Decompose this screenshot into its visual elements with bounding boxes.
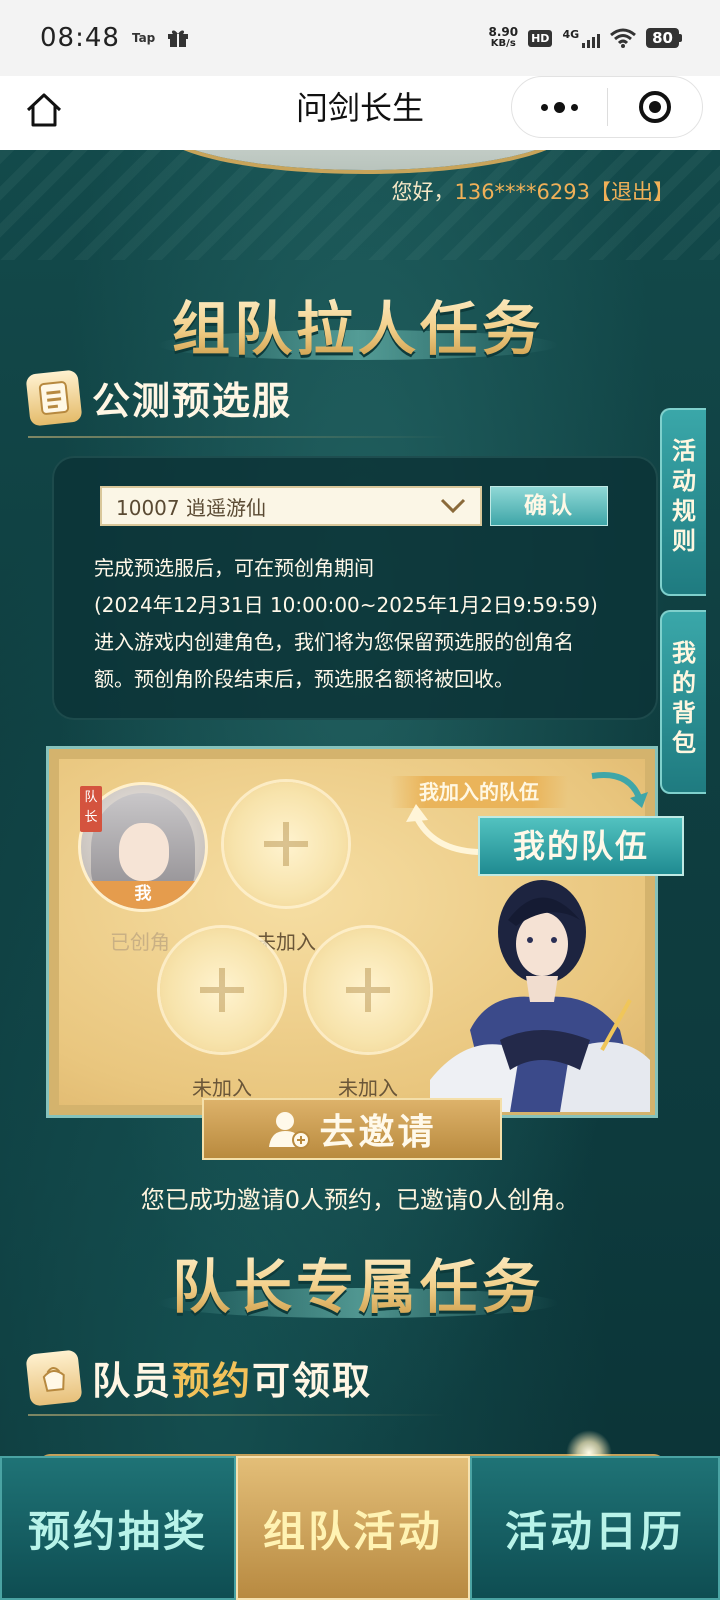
plus-icon xyxy=(264,822,308,866)
team-task-title: 组队拉人任务 xyxy=(128,282,588,366)
close-miniprogram-icon[interactable] xyxy=(608,91,703,123)
battery-icon: 80 xyxy=(646,28,682,48)
empty-member-slot[interactable] xyxy=(224,782,348,906)
status-bar: 08:48 Tap 8.90 KB/s HD 4G 80 xyxy=(0,0,720,76)
invite-label: 去邀请 xyxy=(319,1111,437,1153)
gift-bag-icon xyxy=(25,1348,83,1407)
mini-program-navbar: 问剑长生 xyxy=(0,76,720,150)
add-user-icon xyxy=(269,1112,311,1149)
section-divider xyxy=(28,1414,448,1416)
chevron-down-icon xyxy=(440,498,466,514)
character-illustration xyxy=(430,880,650,1112)
capsule-menu xyxy=(511,76,703,138)
invite-summary: 您已成功邀请0人预约，已邀请0人创角。 xyxy=(140,1186,580,1214)
cellular-signal-icon: 4G xyxy=(562,28,601,48)
more-options-icon[interactable] xyxy=(512,101,607,113)
confirm-button[interactable]: 确认 xyxy=(490,486,608,526)
my-team-tab[interactable]: 我的队伍 xyxy=(478,816,684,876)
curved-arrow-icon xyxy=(406,804,479,855)
tab-reservation-lottery[interactable]: 预约抽奖 xyxy=(0,1456,236,1600)
tab-team-activity[interactable]: 组队活动 xyxy=(236,1430,612,1600)
me-label: 我 xyxy=(81,881,205,909)
section-header-member-reserve: 队员预约可领取 xyxy=(25,1348,373,1407)
plus-icon xyxy=(346,968,390,1012)
my-bag-tab[interactable]: 我的背包 xyxy=(660,610,706,794)
server-dropdown[interactable]: 10007 逍遥游仙 xyxy=(100,486,482,526)
logout-link[interactable]: 【退出】 xyxy=(590,180,674,204)
preselect-panel: 10007 逍遥游仙 确认 完成预选服后，可在预创角期间 (2024年12月31… xyxy=(52,456,658,720)
gift-icon xyxy=(168,30,189,47)
invite-button[interactable]: 去邀请 xyxy=(202,1098,502,1160)
team-task-banner: 组队拉人任务 组队拉人任务 xyxy=(128,282,588,378)
section-divider xyxy=(28,436,448,438)
captain-task-banner: 队长专属任务 队长专属任务 xyxy=(128,1240,588,1336)
status-time: 08:48 xyxy=(40,23,120,53)
slot-status: 未加入 xyxy=(338,1076,398,1100)
teal-arrow-icon xyxy=(591,772,648,808)
slot-status: 未加入 xyxy=(192,1076,252,1100)
user-greeting: 您好，136****6293【退出】 xyxy=(391,180,674,204)
server-selected-value: 10007 逍遥游仙 xyxy=(116,495,266,520)
bottom-tab-bar: 预约抽奖 组队活动 活动日历 xyxy=(0,1430,720,1600)
user-phone: 136****6293 xyxy=(454,180,590,204)
document-icon xyxy=(25,368,83,427)
tap-app-icon: Tap xyxy=(131,31,156,45)
section-title: 队员预约可领取 xyxy=(92,1358,373,1403)
hd-icon: HD xyxy=(528,29,553,47)
captain-badge: 队长 xyxy=(80,786,102,832)
wifi-icon xyxy=(610,28,637,48)
network-speed: 8.90 KB/s xyxy=(488,25,519,49)
preselect-info: 完成预选服后，可在预创角期间 (2024年12月31日 10:00:00~202… xyxy=(94,556,598,691)
empty-member-slot[interactable] xyxy=(306,928,430,1052)
captain-task-title: 队长专属任务 xyxy=(128,1240,588,1324)
empty-member-slot[interactable] xyxy=(160,928,284,1052)
section-title: 公测预选服 xyxy=(92,378,293,423)
tab-activity-calendar[interactable]: 活动日历 xyxy=(470,1456,720,1600)
plus-icon xyxy=(200,968,244,1012)
activity-rules-tab[interactable]: 活动规则 xyxy=(660,408,706,596)
section-header-preselect: 公测预选服 xyxy=(25,368,293,427)
